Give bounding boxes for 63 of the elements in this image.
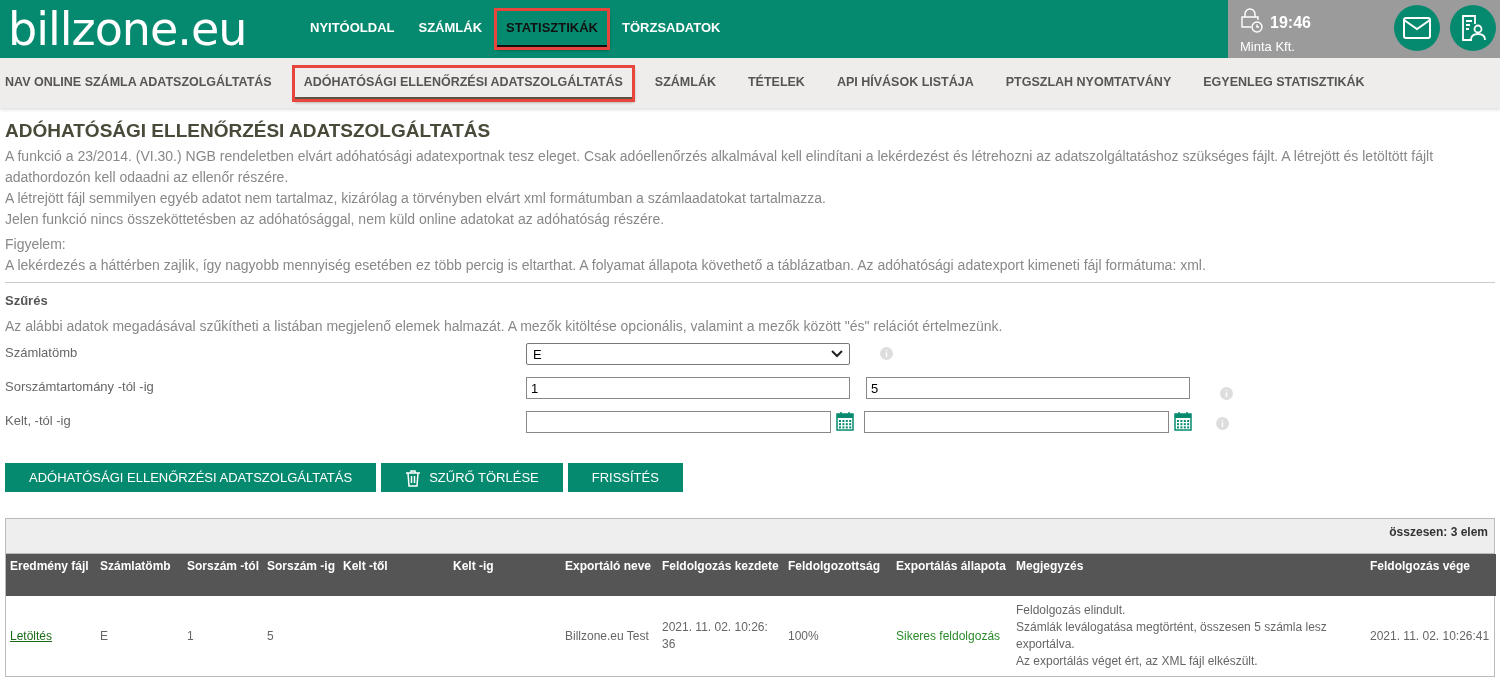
field-label: Számlatömb [5, 344, 79, 360]
nav-tab[interactable]: SZÁMLÁK [408, 10, 493, 48]
sub-nav-tab[interactable]: NAV ONLINE SZÁMLA ADATSZOLGÁLTATÁS [5, 66, 282, 100]
sub-nav-tab[interactable]: SZÁMLÁK [644, 66, 726, 100]
company-name: Minta Kft. [1240, 38, 1295, 56]
sub-nav-tab[interactable]: API HÍVÁSOK LISTÁJA [826, 66, 984, 100]
status-text: Sikeres feldolgozás [896, 628, 1001, 643]
description-text: Jelen funkció nincs összeköttetésben az adóhatósággal, nem küld online adatokat az adóhatóság részére. [5, 210, 666, 229]
date-field[interactable] [526, 411, 831, 433]
table-cell-text: Feldolgozás elindult. Számlák leválogatása megtörtént, összesen 5 számla lesz exportálva. Az exportálás véget ért, az XML fájl elkészült. [1016, 602, 1328, 670]
calendar-icon[interactable] [1174, 411, 1192, 431]
column-header[interactable]: Feldolgozás kezdete [658, 554, 784, 596]
date-field[interactable] [864, 411, 1169, 433]
column-header[interactable]: Kelt -ig [449, 554, 561, 596]
filter-title: Szűrés [5, 293, 49, 308]
action-button[interactable]: ADÓHATÓSÁGI ELLENŐRZÉSI ADATSZOLGÁLTATÁS [5, 463, 377, 492]
table-cell: 5 [267, 628, 274, 643]
action-button[interactable]: SZŰRŐ TÖRLÉSE [381, 463, 563, 492]
column-header[interactable]: Eredmény fájl [6, 554, 96, 596]
column-header[interactable]: Exportálás állapota [892, 554, 1012, 596]
document-user-icon [1460, 14, 1486, 42]
lock-clock-icon [1240, 8, 1264, 34]
description-text: A funkció a 23/2014. (VI.30.) NGB rendeletben elvárt adóhatósági adatexportnak tesz eleget. Csak adóellenőrzés alkalmával kell elindítani a lekérdezést és létrehozni az adatszolgáltatáshoz szükséges fájlt. A létrejött és letöltött fájlt adathordozón kell odaadni az ellenőr részére. [5, 147, 1435, 187]
filter-description: Az alábbi adatok megadásával szűkítheti a listában megjelenő elemek halmazát. A mezők kitöltése opcionális, valamint a mezők között "és" relációt értelmezünk. [5, 317, 1004, 336]
sub-nav-tab[interactable]: ADÓHATÓSÁGI ELLENŐRZÉSI ADATSZOLGÁLTATÁS [293, 66, 633, 100]
chevron-down-icon [831, 350, 843, 358]
dropdown-field[interactable]: E [526, 343, 850, 365]
input-field[interactable]: 5 [866, 377, 1190, 399]
page-title: ADÓHATÓSÁGI ELLENŐRZÉSI ADATSZOLGÁLTATÁS [5, 120, 492, 142]
table-cell: 2021. 11. 02. 10:26: 36 [662, 620, 768, 651]
item-count: összesen: 3 elem [1389, 525, 1488, 539]
column-header[interactable]: Feldolgozás vége [1366, 554, 1496, 596]
nav-tab[interactable]: TÖRZSADATOK [612, 10, 731, 48]
column-header[interactable]: Számlatömb [96, 554, 183, 596]
session-time: 19:46 [1270, 14, 1311, 33]
notice-text: A lekérdezés a háttérben zajlik, így nagyobb mennyiség esetében ez több percig is eltarthat. A folyamat állapota követhető a táblázatban. Az adóhatósági adatexport kimeneti fájl formátuma: xml. [5, 256, 1207, 275]
sub-nav-tab[interactable]: PTGSZLAH NYOMTATVÁNY [995, 66, 1182, 100]
download-link[interactable]: Letöltés [10, 628, 53, 643]
column-header[interactable]: Sorszám -tól [183, 554, 263, 596]
column-header[interactable]: Feldolgozottság [784, 554, 892, 596]
sub-nav-tab[interactable]: EGYENLEG STATISZTIKÁK [1193, 66, 1375, 100]
logo[interactable]: billzone.eu [0, 0, 300, 58]
table-cell: 100% [788, 628, 819, 643]
column-header[interactable]: Kelt -től [339, 554, 449, 596]
table-cell: Billzone.eu Test [565, 628, 649, 643]
notice-label: Figyelem: [5, 235, 67, 254]
action-button[interactable]: FRISSÍTÉS [567, 463, 683, 492]
column-header[interactable]: Sorszám -ig [263, 554, 339, 596]
field-label: Sorszámtartomány -tól -ig [5, 378, 155, 394]
field-label: Kelt, -tól -ig [5, 412, 72, 428]
input-field[interactable]: 1 [526, 377, 850, 399]
nav-tab[interactable]: NYITÓOLDAL [300, 10, 405, 48]
trash-icon [405, 468, 422, 487]
column-header[interactable]: Megjegyzés [1012, 554, 1366, 596]
table-cell: E [100, 628, 108, 643]
calendar-icon[interactable] [836, 411, 854, 431]
table-cell: 1 [187, 628, 194, 643]
nav-tab[interactable]: STATISZTIKÁK [496, 10, 608, 48]
table-cell: 2021. 11. 02. 10:26:41 [1370, 628, 1490, 643]
sub-nav-tab[interactable]: TÉTELEK [737, 66, 815, 100]
column-header[interactable]: Exportáló neve [561, 554, 658, 596]
description-text: A létrejött fájl semmilyen egyéb adatot nem tartalmaz, kizárólag a törvényben elvárt xml formátumban a számlaadatokat tartalmazza. [5, 189, 827, 208]
envelope-icon [1403, 17, 1431, 39]
